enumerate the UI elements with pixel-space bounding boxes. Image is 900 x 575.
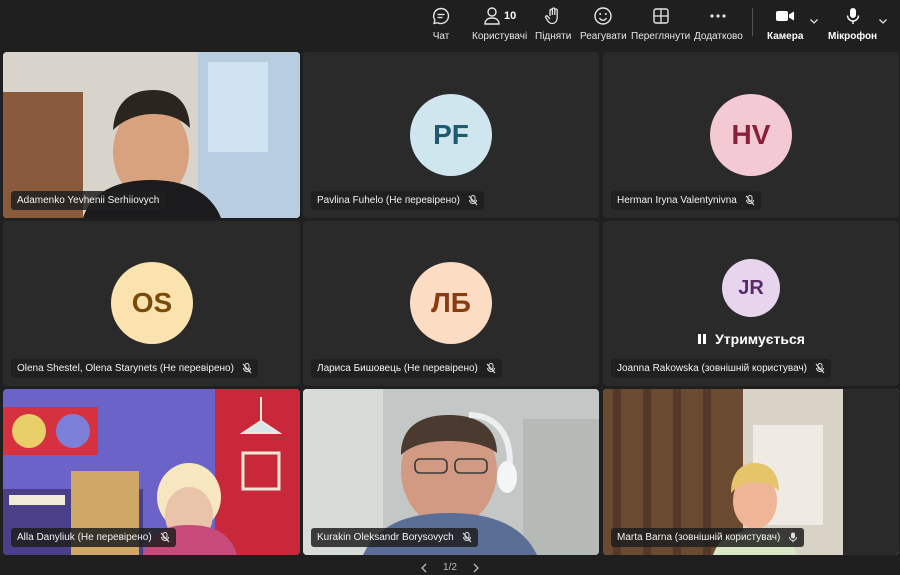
participant-nametag: Herman Iryna Valentynivna — [611, 191, 761, 210]
participant-tile[interactable]: Alla Danyliuk (Не перевірено) — [3, 389, 300, 555]
view-button[interactable]: Переглянути — [631, 4, 690, 42]
participant-nametag: Alla Danyliuk (Не перевірено) — [11, 528, 176, 547]
participant-avatar: HV — [710, 94, 792, 176]
raise-label: Підняти — [535, 31, 572, 42]
react-button[interactable]: Реагувати — [580, 4, 627, 42]
mic-on-icon — [789, 532, 798, 543]
gallery-pager: 1/2 — [420, 562, 480, 573]
participant-tile[interactable]: Kurakin Oleksandr Borysovych — [303, 389, 599, 555]
camera-icon — [776, 11, 795, 21]
participant-tile[interactable]: ЛБ Лариса Бишовець (Не перевірено) — [303, 221, 599, 386]
people-label: Користувачі — [472, 31, 528, 42]
mic-label: Мікрофон — [828, 31, 878, 42]
mic-off-icon — [160, 532, 170, 543]
raise-hand-icon — [545, 7, 559, 25]
chat-label: Чат — [432, 31, 450, 42]
participant-name: Kurakin Oleksandr Borysovych — [317, 532, 454, 543]
mic-off-icon — [242, 363, 252, 374]
more-icon — [710, 14, 726, 18]
previous-page-icon[interactable] — [420, 563, 428, 573]
meeting-toolbar: Чат 10 Користувачі Підняти Реагувати Пер… — [0, 0, 900, 48]
participant-name: Marta Barna (зовнішній користувач) — [617, 532, 781, 543]
camera-options-chevron-icon[interactable] — [809, 16, 819, 26]
more-button[interactable]: Додатково — [694, 4, 743, 42]
on-hold-text: Утримується — [715, 331, 805, 347]
chat-button[interactable]: Чат — [431, 4, 451, 42]
camera-label: Камера — [767, 31, 804, 42]
participant-tile[interactable]: PF Pavlina Fuhelo (Не перевірено) — [303, 52, 599, 218]
raise-hand-button[interactable]: Підняти — [535, 4, 571, 42]
participant-name: Pavlina Fuhelo (Не перевірено) — [317, 195, 460, 206]
participant-nametag: Kurakin Oleksandr Borysovych — [311, 528, 478, 547]
mic-off-icon — [815, 363, 825, 374]
grid-icon — [652, 8, 669, 24]
chat-icon — [432, 7, 450, 25]
mic-off-icon — [745, 195, 755, 206]
participant-tile[interactable]: JR Утримується Joanna Rakowska (зовнішні… — [603, 221, 899, 386]
participant-avatar: OS — [111, 262, 193, 344]
participant-tile[interactable]: Adamenko Yevhenii Serhiiovych — [3, 52, 300, 218]
participant-tile[interactable]: OS Olena Shestel, Olena Starynets (Не пе… — [3, 221, 300, 386]
smiley-icon — [594, 7, 613, 25]
page-indicator: 1/2 — [443, 562, 457, 573]
participant-nametag: Лариса Бишовець (Не перевірено) — [311, 359, 502, 378]
participant-name: Joanna Rakowska (зовнішній користувач) — [617, 363, 808, 374]
participant-name: Olena Shestel, Olena Starynets (Не перев… — [17, 363, 234, 374]
participant-name: Лариса Бишовець (Не перевірено) — [317, 363, 478, 374]
mic-options-chevron-icon[interactable] — [878, 16, 888, 26]
participant-nametag: Adamenko Yevhenii Serhiiovych — [11, 191, 166, 210]
people-button[interactable]: 10 Користувачі — [472, 4, 527, 42]
participant-avatar: JR — [722, 259, 780, 317]
participant-nametag: Olena Shestel, Olena Starynets (Не перев… — [11, 359, 258, 378]
microphone-icon — [846, 8, 859, 24]
participant-tile[interactable]: HV Herman Iryna Valentynivna — [603, 52, 899, 218]
participant-name: Herman Iryna Valentynivna — [617, 195, 737, 206]
react-label: Реагувати — [580, 31, 627, 42]
participant-nametag: Marta Barna (зовнішній користувач) — [611, 528, 805, 547]
pause-icon — [698, 334, 707, 344]
participant-name: Alla Danyliuk (Не перевірено) — [17, 532, 152, 543]
toolbar-divider — [752, 8, 753, 36]
view-label: Переглянути — [631, 31, 691, 42]
participant-count: 10 — [503, 10, 517, 22]
mic-off-icon — [468, 195, 478, 206]
more-label: Додатково — [694, 31, 743, 42]
participant-avatar: ЛБ — [410, 262, 492, 344]
participant-avatar: PF — [410, 94, 492, 176]
participant-tile-active-speaker[interactable]: Marta Barna (зовнішній користувач) — [603, 389, 899, 555]
people-icon — [484, 7, 500, 25]
camera-button[interactable]: Камера — [767, 4, 803, 42]
mic-off-icon — [486, 363, 496, 374]
participant-nametag: Joanna Rakowska (зовнішній користувач) — [611, 359, 832, 378]
mic-off-icon — [462, 532, 472, 543]
participant-name: Adamenko Yevhenii Serhiiovych — [17, 195, 160, 206]
on-hold-status: Утримується — [603, 331, 899, 348]
microphone-button[interactable]: Мікрофон — [828, 4, 877, 42]
participant-nametag: Pavlina Fuhelo (Не перевірено) — [311, 191, 484, 210]
next-page-icon[interactable] — [472, 563, 480, 573]
